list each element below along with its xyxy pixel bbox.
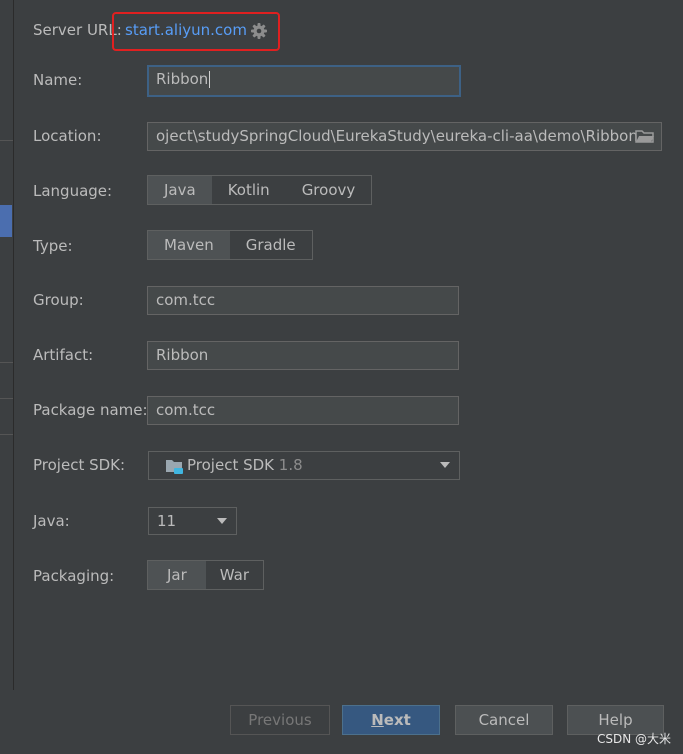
project-sdk-label: Project SDK: [33, 456, 126, 474]
packaging-segmented-control: Jar War [147, 560, 265, 590]
location-label: Location: [33, 127, 102, 145]
packaging-option-jar[interactable]: Jar [148, 561, 206, 589]
artifact-field[interactable]: Ribbon [147, 341, 459, 370]
name-value: Ribbon [156, 70, 209, 88]
cancel-button[interactable]: Cancel [455, 705, 553, 735]
project-sdk-version: 1.8 [278, 456, 303, 474]
sdk-folder-icon [165, 458, 185, 475]
packaging-option-war[interactable]: War [206, 561, 263, 589]
language-label: Language: [33, 182, 113, 200]
location-value: oject\studySpringCloud\EurekaStudy\eurek… [156, 127, 638, 145]
package-name-value: com.tcc [156, 401, 216, 419]
artifact-value: Ribbon [156, 346, 209, 364]
watermark: CSDN @大米 [596, 732, 671, 746]
project-sdk-dropdown[interactable]: Project SDK 1.8 [148, 451, 460, 480]
project-sdk-value: Project SDK [187, 456, 274, 474]
java-label: Java: [33, 512, 70, 530]
packaging-label: Packaging: [33, 567, 115, 585]
type-option-maven[interactable]: Maven [148, 231, 230, 259]
language-segmented-control: Java Kotlin Groovy [147, 175, 373, 205]
name-field[interactable]: Ribbon [147, 65, 461, 97]
left-panel-divider [0, 434, 13, 435]
language-option-kotlin[interactable]: Kotlin [212, 176, 286, 204]
gear-icon[interactable] [250, 22, 268, 40]
location-field[interactable]: oject\studySpringCloud\EurekaStudy\eurek… [147, 122, 662, 151]
next-button[interactable]: Next [342, 705, 440, 735]
group-label: Group: [33, 291, 84, 309]
package-name-label: Package name: [33, 401, 148, 419]
java-version-dropdown[interactable]: 11 [148, 507, 237, 535]
artifact-label: Artifact: [33, 346, 94, 364]
next-label-rest: ext [383, 711, 411, 729]
left-panel-divider [0, 362, 13, 363]
name-label: Name: [33, 71, 83, 89]
type-segmented-control: Maven Gradle [147, 230, 313, 260]
group-value: com.tcc [156, 291, 216, 309]
previous-button[interactable]: Previous [230, 705, 330, 735]
chevron-down-icon [217, 518, 227, 524]
package-name-field[interactable]: com.tcc [147, 396, 459, 425]
group-field[interactable]: com.tcc [147, 286, 459, 315]
left-panel-divider [0, 398, 13, 399]
type-label: Type: [33, 237, 73, 255]
language-option-java[interactable]: Java [148, 176, 212, 204]
server-url-link[interactable]: start.aliyun.com [125, 21, 247, 39]
left-panel-divider [0, 140, 13, 141]
text-caret [209, 71, 211, 88]
left-panel-selected-item[interactable] [0, 205, 12, 237]
language-option-groovy[interactable]: Groovy [286, 176, 372, 204]
type-option-gradle[interactable]: Gradle [230, 231, 312, 259]
server-url-label: Server URL: [33, 21, 122, 39]
java-version-value: 11 [157, 512, 177, 530]
left-side-panel [0, 0, 14, 690]
folder-icon[interactable] [635, 128, 655, 144]
next-mnemonic: N [371, 711, 384, 729]
chevron-down-icon [440, 462, 450, 468]
